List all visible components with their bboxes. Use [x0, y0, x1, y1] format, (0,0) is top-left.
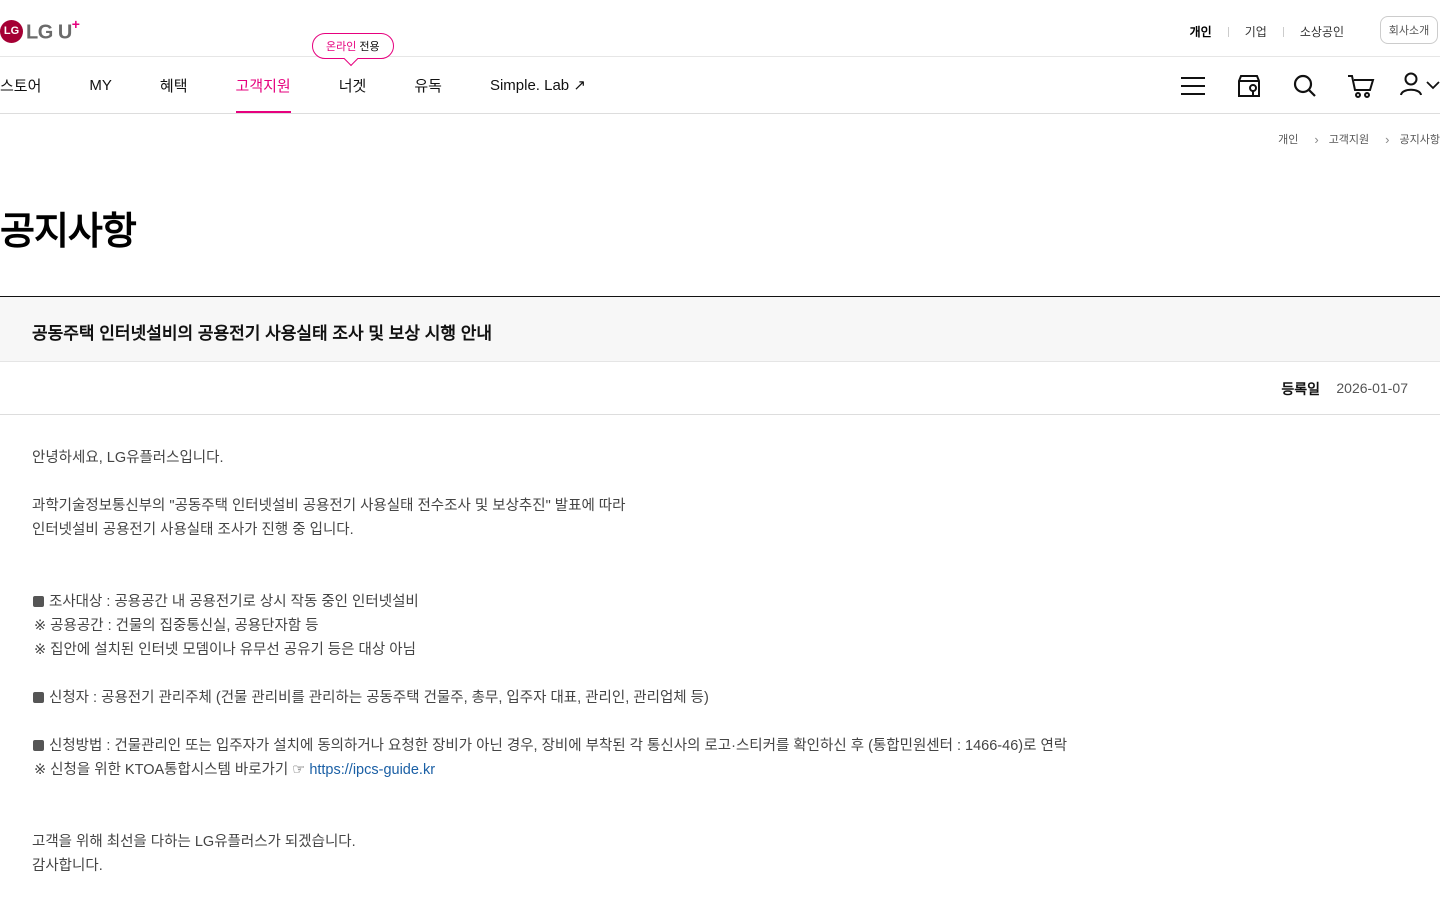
square-bullet-icon — [33, 740, 44, 751]
chevron-down-icon — [1426, 77, 1440, 95]
registration-date: 2026-01-07 — [1336, 380, 1408, 396]
intro-line-1: 과학기술정보통신부의 "공동주택 인터넷설비 공용전기 사용실태 전수조사 및 … — [32, 498, 626, 514]
gnb-item-customer-support[interactable]: 고객지원 — [235, 57, 291, 113]
breadcrumb-item-customer-support[interactable]: 고객지원 — [1329, 131, 1369, 147]
cart-icon[interactable] — [1346, 71, 1376, 101]
date-label: 등록일 — [1281, 381, 1320, 397]
breadcrumb: 개인 › 고객지원 › 공지사항 — [1278, 131, 1440, 147]
store-location-icon[interactable] — [1234, 71, 1264, 101]
lg-logo-icon: LG — [0, 19, 23, 43]
top-bar: LG LG U+ 개인 기업 소상공인 회사소개 — [0, 0, 1440, 57]
gnb-utility-icons — [1152, 71, 1440, 101]
global-nav: 스토어 MY 혜택 고객지원 너겟 유독 Simple. Lab ↗ — [0, 57, 1440, 114]
badge-exclusive-label: 전용 — [359, 41, 380, 53]
gnb-item-benefits[interactable]: 혜택 — [160, 57, 188, 113]
segment-small-business[interactable]: 소상공인 — [1284, 23, 1360, 40]
target-note-2: ※ 집안에 설치된 인터넷 모뎀이나 유무선 공유기 등은 대상 아님 — [34, 642, 416, 658]
gnb-menu: 스토어 MY 혜택 고객지원 너겟 유독 Simple. Lab ↗ — [0, 57, 634, 113]
method-note-line: ※ 신청을 위한 KTOA통합시스템 바로가기 ☞ https://ipcs-g… — [32, 758, 1332, 782]
method-note-text: ※ 신청을 위한 KTOA통합시스템 바로가기 ☞ — [34, 762, 306, 778]
gnb-item-my[interactable]: MY — [89, 57, 112, 113]
intro-line-2: 인터넷설비 공용전기 사용실태 조사가 진행 중 입니다. — [32, 522, 354, 538]
page-title: 공지사항 — [0, 211, 137, 253]
company-intro-button[interactable]: 회사소개 — [1380, 16, 1438, 44]
breadcrumb-item-personal[interactable]: 개인 — [1278, 131, 1298, 147]
method-line: 신청방법 : 건물관리인 또는 입주자가 설치에 동의하거나 요청한 장비가 아… — [32, 734, 1332, 758]
notice-header: 공동주택 인터넷설비의 공용전기 사용실태 조사 및 보상 시행 안내 — [0, 296, 1440, 362]
notice-title: 공동주택 인터넷설비의 공용전기 사용실태 조사 및 보상 시행 안내 — [32, 324, 493, 343]
notice-meta: 등록일 2026-01-07 — [0, 362, 1440, 415]
chevron-right-icon: › — [1385, 131, 1390, 147]
gnb-item-store[interactable]: 스토어 — [0, 57, 41, 113]
gnb-item-nugget[interactable]: 너겟 — [339, 57, 367, 113]
closing-line-2: 감사합니다. — [32, 858, 103, 874]
target-text: 조사대상 : 공용공간 내 공용전기로 상시 작동 중인 인터넷설비 — [49, 594, 419, 610]
user-menu[interactable] — [1400, 72, 1440, 101]
lg-uplus-logo[interactable]: LG LG U+ — [0, 16, 80, 45]
user-icon — [1400, 72, 1422, 101]
chevron-right-icon: › — [1314, 131, 1319, 147]
notice-body: 안녕하세요, LG유플러스입니다. 과학기술정보통신부의 "공동주택 인터넷설비… — [32, 446, 1332, 878]
segment-personal[interactable]: 개인 — [1174, 23, 1228, 40]
target-line: 조사대상 : 공용공간 내 공용전기로 상시 작동 중인 인터넷설비 — [32, 590, 1332, 614]
method-text: 신청방법 : 건물관리인 또는 입주자가 설치에 동의하거나 요청한 장비가 아… — [49, 738, 1068, 754]
badge-online-label: 온라인 — [326, 41, 357, 53]
segment-business[interactable]: 기업 — [1229, 23, 1283, 40]
logo-plus: + — [71, 16, 80, 32]
online-only-badge: 온라인 전용 — [312, 33, 394, 59]
square-bullet-icon — [33, 692, 44, 703]
gnb-item-udok[interactable]: 유독 — [414, 57, 442, 113]
applicant-line: 신청자 : 공용전기 관리주체 (건물 관리비를 관리하는 공동주택 건물주, … — [32, 686, 1332, 710]
square-bullet-icon — [33, 596, 44, 607]
applicant-text: 신청자 : 공용전기 관리주체 (건물 관리비를 관리하는 공동주택 건물주, … — [49, 690, 709, 706]
gnb-item-simple-lab[interactable]: Simple. Lab ↗ — [490, 57, 586, 113]
breadcrumb-item-notice: 공지사항 — [1399, 134, 1440, 146]
logo-text: LG U — [26, 21, 72, 44]
segment-nav: 개인 기업 소상공인 — [1174, 23, 1360, 40]
closing-line-1: 고객을 위해 최선을 다하는 LG유플러스가 되겠습니다. — [32, 834, 356, 850]
greeting-text: 안녕하세요, LG유플러스입니다. — [32, 450, 224, 466]
menu-icon[interactable] — [1178, 71, 1208, 101]
search-icon[interactable] — [1290, 71, 1320, 101]
target-note-1: ※ 공용공간 : 건물의 집중통신실, 공용단자함 등 — [34, 618, 319, 634]
ktoa-link[interactable]: https://ipcs-guide.kr — [309, 762, 435, 778]
